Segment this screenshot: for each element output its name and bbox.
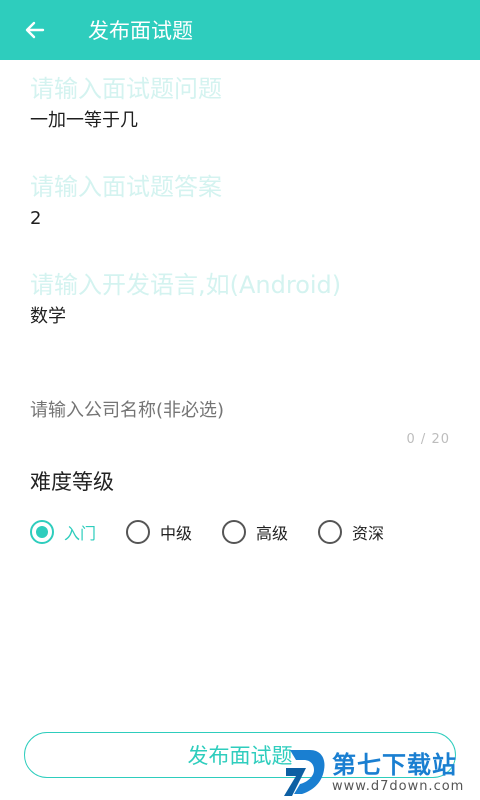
arrow-left-icon — [25, 21, 45, 39]
watermark-url: www.d7down.com — [332, 778, 465, 794]
radio-unchecked-icon — [318, 520, 343, 544]
radio-advanced[interactable]: 高级 — [222, 520, 288, 544]
question-input[interactable]: 一加一等于几 — [30, 108, 450, 134]
radio-checked-icon — [30, 520, 54, 544]
watermark-name: 第七下载站 — [332, 750, 457, 779]
radio-unchecked-icon — [222, 520, 247, 544]
company-char-counter: 0 / 20 — [406, 432, 450, 447]
language-input[interactable]: 数学 — [30, 304, 450, 330]
language-field[interactable]: 请输入开发语言,如(Android) 数学 — [30, 270, 450, 330]
radio-intermediate[interactable]: 中级 — [126, 520, 192, 544]
company-field: 0 / 20 — [30, 400, 450, 447]
page-title: 发布面试题 — [88, 19, 193, 43]
d7-logo-icon — [284, 750, 325, 796]
answer-field[interactable]: 请输入面试题答案 2 — [30, 172, 450, 232]
back-button[interactable] — [0, 0, 70, 60]
difficulty-title: 难度等级 — [30, 470, 114, 494]
radio-label: 高级 — [256, 524, 289, 543]
radio-label: 中级 — [160, 524, 193, 543]
company-input[interactable] — [30, 400, 450, 421]
question-field[interactable]: 请输入面试题问题 一加一等于几 — [30, 74, 450, 134]
answer-label: 请输入面试题答案 — [30, 173, 222, 201]
radio-beginner[interactable]: 入门 — [30, 520, 96, 544]
language-label: 请输入开发语言,如(Android) — [30, 271, 342, 299]
radio-senior[interactable]: 资深 — [318, 520, 384, 544]
radio-label: 资深 — [352, 524, 385, 543]
site-watermark: 第七下载站 www.d7down.com — [284, 744, 476, 800]
app-bar: 发布面试题 — [0, 0, 480, 60]
question-label: 请输入面试题问题 — [30, 75, 222, 103]
radio-unchecked-icon — [126, 520, 151, 544]
answer-input[interactable]: 2 — [30, 206, 450, 232]
difficulty-radio-group: 入门 中级 高级 资深 — [30, 520, 414, 544]
radio-label: 入门 — [64, 524, 97, 543]
